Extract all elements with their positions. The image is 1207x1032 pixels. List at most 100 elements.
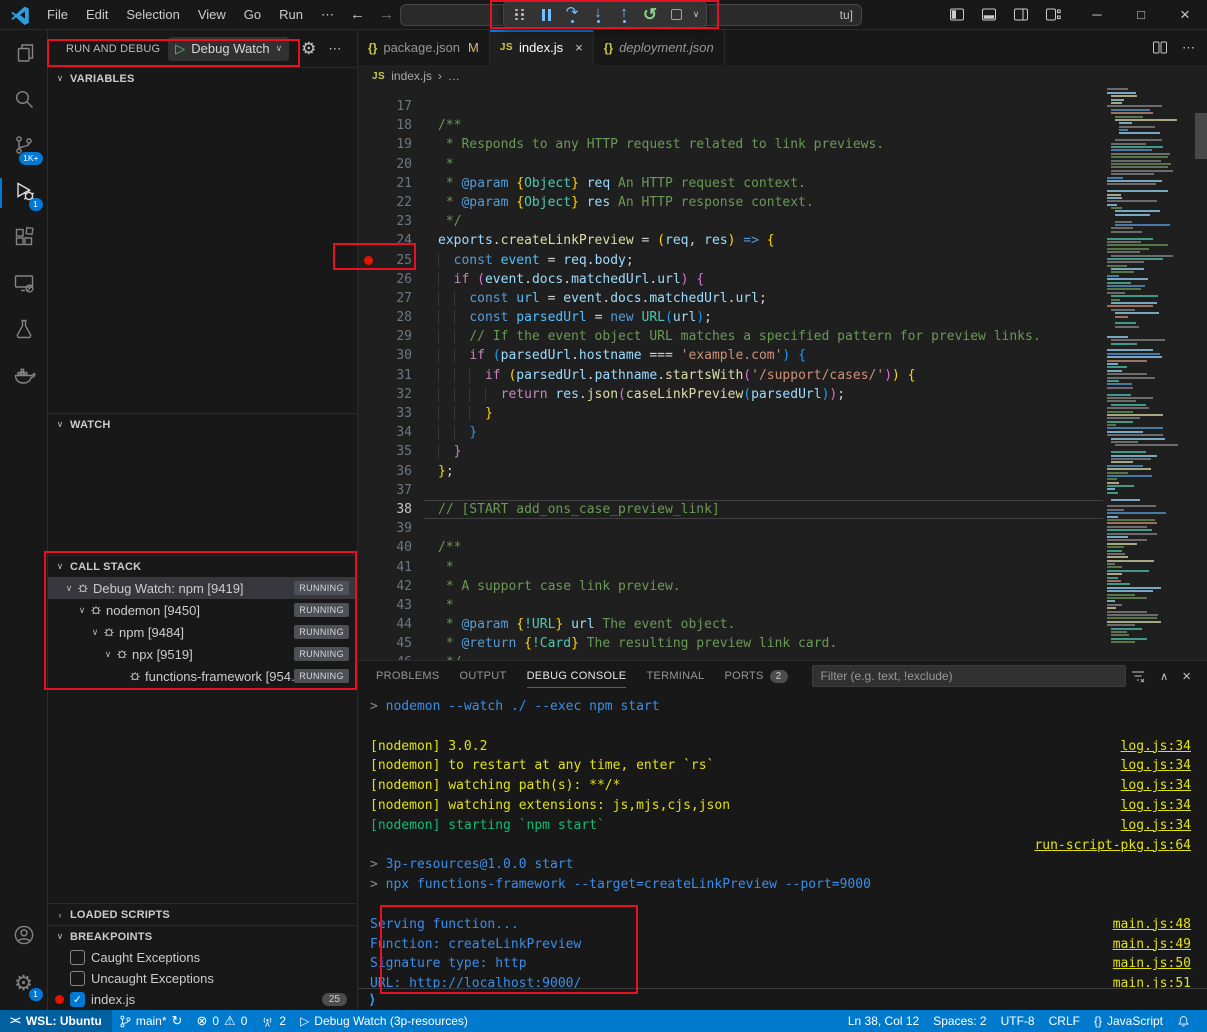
close-button[interactable]: × — [1163, 0, 1207, 29]
code-line-41[interactable]: 41 * — [358, 558, 1207, 577]
line-number[interactable]: 37 — [378, 481, 412, 500]
code-line-35[interactable]: 35 } — [358, 442, 1207, 461]
line-content[interactable]: // If the event object URL matches a spe… — [424, 327, 1103, 346]
line-number[interactable]: 23 — [378, 212, 412, 231]
code-line-37[interactable]: 37 — [358, 481, 1207, 500]
gutter[interactable]: 27 — [358, 289, 424, 308]
line-number[interactable]: 20 — [378, 155, 412, 174]
line-number[interactable]: 26 — [378, 270, 412, 289]
section-watch[interactable]: ∨WATCH — [48, 413, 357, 435]
console-source-link[interactable]: main.js:50 — [1113, 954, 1191, 974]
breakpoint-item[interactable]: Uncaught Exceptions — [48, 968, 357, 989]
expand-chevron-icon[interactable]: ∨ — [88, 627, 102, 638]
line-content[interactable]: if (event.docs.matchedUrl.url) { — [424, 270, 1103, 289]
code-line-36[interactable]: 36}; — [358, 462, 1207, 481]
launch-config-dropdown[interactable]: ▷ Debug Watch ∨ — [168, 37, 289, 61]
line-content[interactable]: * @param {Object} req An HTTP request co… — [424, 174, 1103, 193]
restart-button[interactable]: ↺ — [637, 2, 663, 27]
code-line-30[interactable]: 30 if (parsedUrl.hostname === 'example.c… — [358, 346, 1207, 365]
expand-chevron-icon[interactable]: ∨ — [75, 605, 89, 616]
breakpoint-dot-icon[interactable] — [364, 256, 373, 265]
customize-layout-icon[interactable] — [1045, 7, 1061, 22]
start-debug-icon[interactable]: ▷ — [175, 41, 185, 57]
line-number[interactable]: 40 — [378, 538, 412, 557]
toggle-secondary-sidebar-icon[interactable] — [1013, 7, 1029, 22]
code-editor[interactable]: 1718/**19 * Responds to any HTTP request… — [358, 87, 1207, 660]
line-number[interactable]: 45 — [378, 634, 412, 653]
gutter[interactable]: 43 — [358, 596, 424, 615]
gutter[interactable]: 29 — [358, 327, 424, 346]
breadcrumb[interactable]: JS index.js › … — [358, 65, 1207, 87]
debug-settings-gear-icon[interactable]: ⚙ — [301, 38, 316, 59]
close-panel-icon[interactable]: × — [1182, 668, 1191, 685]
cursor-position[interactable]: Ln 38, Col 12 — [841, 1010, 926, 1032]
line-number[interactable]: 42 — [378, 577, 412, 596]
gutter[interactable]: 33 — [358, 404, 424, 423]
line-content[interactable]: * @return {!Card} The resulting preview … — [424, 634, 1103, 653]
gutter[interactable]: 38 — [358, 500, 424, 519]
close-tab-icon[interactable]: × — [575, 40, 583, 55]
console-source-link[interactable]: log.js:34 — [1121, 776, 1191, 796]
split-editor-icon[interactable] — [1152, 40, 1168, 55]
line-number[interactable]: 22 — [378, 193, 412, 212]
breakpoint-checkbox[interactable] — [70, 950, 85, 965]
line-content[interactable]: exports.createLinkPreview = (req, res) =… — [424, 231, 1103, 250]
line-number[interactable]: 38 — [378, 500, 412, 519]
code-line-25[interactable]: 25 const event = req.body; — [358, 251, 1207, 270]
callstack-frame[interactable]: functions-framework [954...RUNNING — [48, 665, 357, 687]
section-breakpoints[interactable]: ∨BREAKPOINTS — [48, 925, 357, 947]
code-line-43[interactable]: 43 * — [358, 596, 1207, 615]
callstack-frame[interactable]: ∨npx [9519]RUNNING — [48, 643, 357, 665]
editor-tab-deployment.json[interactable]: {}deployment.json — [594, 30, 725, 65]
line-number[interactable]: 28 — [378, 308, 412, 327]
activity-bar-source-control[interactable]: 1K+ — [0, 124, 48, 170]
line-content[interactable]: */ — [424, 653, 1103, 660]
code-line-18[interactable]: 18/** — [358, 116, 1207, 135]
nav-back-icon[interactable]: ← — [350, 6, 365, 23]
step-into-button[interactable]: ↓ — [585, 2, 611, 27]
breadcrumb-more[interactable]: … — [448, 69, 460, 83]
code-line-38[interactable]: 38// [START add_ons_case_preview_link] — [358, 500, 1207, 519]
line-content[interactable] — [424, 481, 1103, 500]
line-content[interactable]: * A support case link preview. — [424, 577, 1103, 596]
line-number[interactable]: 21 — [378, 174, 412, 193]
line-content[interactable]: if (parsedUrl.pathname.startsWith('/supp… — [424, 366, 1103, 385]
debug-dropdown-chevron-icon[interactable]: ∨ — [689, 2, 703, 27]
nav-forward-icon[interactable]: → — [379, 6, 394, 23]
line-content[interactable] — [424, 519, 1103, 538]
maximize-button[interactable]: □ — [1119, 0, 1163, 29]
ports-status[interactable]: 2 — [254, 1010, 293, 1032]
toggle-panel-icon[interactable] — [981, 7, 997, 22]
line-content[interactable]: }; — [424, 462, 1103, 481]
line-number[interactable]: 25 — [378, 251, 412, 270]
callstack-frame[interactable]: ∨Debug Watch: npm [9419]RUNNING — [48, 577, 357, 599]
code-line-28[interactable]: 28 const parsedUrl = new URL(url); — [358, 308, 1207, 327]
debug-session-status[interactable]: ▷ Debug Watch (3p-resources) — [293, 1010, 475, 1032]
code-line-46[interactable]: 46 */ — [358, 653, 1207, 660]
editor-tab-index.js[interactable]: JSindex.js× — [490, 30, 594, 65]
gutter[interactable]: 17 — [358, 97, 424, 116]
line-content[interactable] — [424, 97, 1103, 116]
gutter[interactable]: 18 — [358, 116, 424, 135]
step-over-button[interactable]: ↷ — [559, 2, 585, 27]
menu-more[interactable]: ⋯ — [312, 4, 343, 26]
gutter[interactable]: 25 — [358, 251, 424, 270]
gutter[interactable]: 40 — [358, 538, 424, 557]
breakpoint-item[interactable]: Caught Exceptions — [48, 947, 357, 968]
gutter[interactable]: 37 — [358, 481, 424, 500]
line-content[interactable]: const event = req.body; — [424, 251, 1103, 270]
line-number[interactable]: 36 — [378, 462, 412, 481]
code-line-19[interactable]: 19 * Responds to any HTTP request relate… — [358, 135, 1207, 154]
breadcrumb-file[interactable]: index.js — [391, 69, 432, 83]
pause-button[interactable] — [533, 2, 559, 27]
code-line-20[interactable]: 20 * — [358, 155, 1207, 174]
line-content[interactable]: } — [424, 442, 1103, 461]
activity-bar-search[interactable] — [0, 78, 48, 124]
code-line-33[interactable]: 33 } — [358, 404, 1207, 423]
expand-chevron-icon[interactable]: ∨ — [62, 583, 76, 594]
debug-console-input[interactable]: ⟩ — [358, 988, 1207, 1010]
remote-indicator[interactable]: >< WSL: Ubuntu — [0, 1010, 112, 1032]
gutter[interactable]: 22 — [358, 193, 424, 212]
breakpoint-checkbox[interactable] — [70, 971, 85, 986]
line-content[interactable]: * Responds to any HTTP request related t… — [424, 135, 1103, 154]
